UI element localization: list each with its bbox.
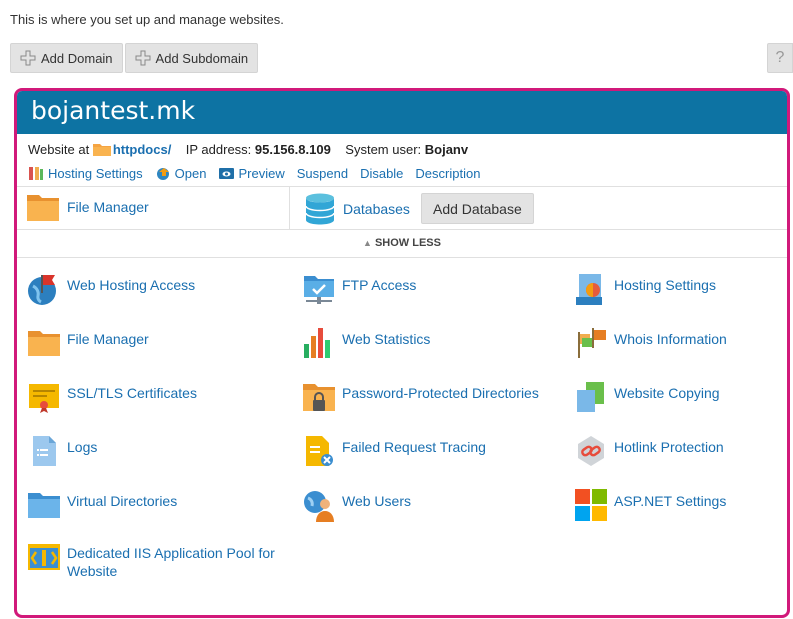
quick-access-row: File Manager Databases Add Database [17, 186, 787, 230]
tool-password-protected-directories[interactable]: Password-Protected Directories [302, 380, 539, 414]
tool-label: Virtual Directories [67, 493, 178, 509]
add-domain-label: Add Domain [41, 50, 113, 66]
hosting-settings-icon [576, 274, 602, 305]
web-hosting-access-icon [28, 275, 56, 305]
app-pool-icon [28, 544, 60, 570]
tool-aspnet-settings[interactable]: ASP.NET Settings [574, 488, 726, 522]
tool-label: Password-Protected Directories [342, 385, 539, 401]
tool-failed-request-tracing[interactable]: Failed Request Tracing [302, 434, 486, 468]
tool-label: Logs [67, 439, 98, 455]
flags-icon [578, 328, 606, 358]
tool-ssl-tls-certificates[interactable]: SSL/TLS Certificates [27, 380, 197, 414]
help-button[interactable]: ? [767, 43, 793, 73]
tool-label: Hosting Settings [614, 277, 716, 293]
databases-label: Databases [343, 201, 410, 217]
database-icon [305, 193, 335, 225]
tool-label: FTP Access [342, 277, 417, 293]
databases-link[interactable]: Databases [305, 193, 410, 225]
tool-label: SSL/TLS Certificates [67, 385, 197, 401]
tool-label: Failed Request Tracing [342, 439, 486, 455]
ftp-access-icon [304, 276, 334, 304]
tool-label: Website Copying [614, 385, 720, 401]
tool-label: Web Hosting Access [67, 277, 196, 293]
ip-address: 95.156.8.109 [254, 142, 331, 157]
tool-hotlink-protection[interactable]: Hotlink Protection [574, 434, 724, 468]
suspend-link[interactable]: Suspend [297, 166, 348, 181]
file-manager-quick-link[interactable]: File Manager [27, 193, 149, 221]
folder-icon [92, 144, 111, 156]
file-manager-label: File Manager [67, 199, 149, 215]
folder-icon [28, 493, 60, 518]
system-user-label: System user: [345, 142, 422, 157]
tool-file-manager[interactable]: File Manager [27, 326, 149, 360]
tool-label: Web Users [342, 493, 411, 509]
toolbar: Add Domain Add Subdomain [10, 43, 259, 73]
preview-icon [219, 167, 235, 179]
tool-ftp-access[interactable]: FTP Access [302, 272, 416, 306]
page-description: This is where you set up and manage webs… [10, 12, 284, 27]
tool-website-copying[interactable]: Website Copying [574, 380, 720, 414]
certificate-icon [29, 384, 59, 413]
system-user: Bojanv [424, 142, 469, 157]
description-link[interactable]: Description [415, 166, 480, 181]
failed-request-icon [306, 436, 333, 466]
preview-label: Preview [238, 165, 285, 181]
show-less-toggle[interactable]: ▲ SHOW LESS [17, 230, 787, 258]
tool-logs[interactable]: Logs [27, 434, 97, 468]
folder-icon [27, 195, 59, 221]
website-at-label: Website at [28, 142, 90, 157]
open-link[interactable]: Open [155, 165, 207, 181]
divider [289, 187, 290, 229]
tool-label: Web Statistics [342, 331, 431, 347]
bar-chart-icon [304, 328, 330, 358]
tool-virtual-directories[interactable]: Virtual Directories [27, 488, 177, 522]
web-users-icon [304, 491, 334, 522]
hosting-settings-link[interactable]: Hosting Settings [28, 166, 143, 181]
docroot-link[interactable]: httpdocs/ [113, 142, 172, 157]
open-label: Open [174, 165, 207, 181]
tool-label: Dedicated IIS Application Pool for Websi… [67, 545, 275, 579]
domain-info: Website at httpdocs/ IP address: 95.156.… [17, 134, 787, 158]
tool-label: Whois Information [614, 331, 727, 347]
add-domain-button[interactable]: Add Domain [10, 43, 123, 73]
ip-label: IP address: [185, 142, 252, 157]
tools-grid: Web Hosting Access FTP Access Hosting Se… [17, 258, 787, 615]
plus-icon [135, 50, 151, 66]
tool-label: Hotlink Protection [614, 439, 724, 455]
plus-icon [20, 50, 36, 66]
copy-icon [577, 382, 604, 412]
tool-hosting-settings[interactable]: Hosting Settings [574, 272, 716, 306]
tool-dedicated-iis-application-pool[interactable]: Dedicated IIS Application Pool for Websi… [27, 540, 287, 580]
folder-icon [28, 331, 60, 356]
disable-link[interactable]: Disable [360, 166, 403, 181]
preview-link[interactable]: Preview [218, 165, 285, 181]
domain-actions: Hosting Settings Open Preview Suspend Di… [17, 158, 787, 184]
hosting-settings-label: Hosting Settings [48, 165, 143, 181]
tool-web-hosting-access[interactable]: Web Hosting Access [27, 272, 195, 306]
tool-whois-information[interactable]: Whois Information [574, 326, 727, 360]
tool-web-statistics[interactable]: Web Statistics [302, 326, 430, 360]
show-less-label: SHOW LESS [374, 237, 441, 249]
tool-web-users[interactable]: Web Users [302, 488, 411, 522]
domain-name[interactable]: bojantest.mk [17, 91, 787, 134]
tool-label: File Manager [67, 331, 149, 347]
open-site-icon [156, 167, 169, 180]
hotlink-icon [578, 436, 604, 466]
chevron-up-icon: ▲ [363, 238, 372, 248]
log-file-icon [33, 436, 56, 466]
domain-card: bojantest.mk Website at httpdocs/ IP add… [14, 88, 790, 618]
add-database-button[interactable]: Add Database [421, 193, 534, 224]
aspnet-icon [575, 489, 607, 521]
wrench-icon [29, 166, 43, 180]
add-subdomain-label: Add Subdomain [155, 50, 249, 66]
locked-folder-icon [303, 384, 335, 411]
add-subdomain-button[interactable]: Add Subdomain [124, 43, 259, 73]
tool-label: ASP.NET Settings [614, 493, 727, 509]
